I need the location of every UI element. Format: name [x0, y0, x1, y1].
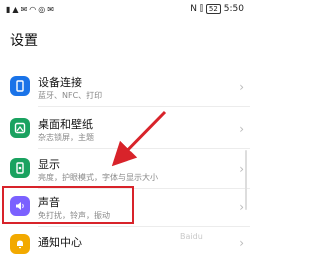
chevron-right-icon: › — [239, 200, 244, 214]
chat-icon: ◎ — [38, 5, 46, 14]
wifi-icon: ◠ — [29, 5, 37, 14]
nfc-icon: N — [190, 4, 197, 14]
divider — [38, 106, 250, 107]
chevron-right-icon: › — [239, 162, 244, 176]
mail-icon: ✉ — [47, 5, 54, 14]
wallpaper-icon — [10, 118, 30, 138]
status-bar: ▮ ▲ ✉ ◠ ◎ ✉ N ⫿ 52 5:50 — [0, 0, 250, 20]
vibrate-icon: ⫿ — [199, 4, 203, 14]
chevron-right-icon: › — [239, 80, 244, 94]
annotation-highlight-box — [2, 186, 134, 224]
settings-item-title: 显示 — [38, 158, 60, 171]
display-icon — [10, 158, 30, 178]
device-connection-icon — [10, 76, 30, 96]
status-icons-left: ▮ ▲ ✉ ◠ ◎ ✉ — [6, 5, 54, 15]
settings-item-device-connection[interactable]: 设备连接 蓝牙、NFC、打印 › — [0, 68, 250, 108]
settings-item-subtitle: 蓝牙、NFC、打印 — [38, 91, 103, 100]
divider — [38, 148, 250, 149]
settings-item-subtitle: 亮度，护眼模式，字体与显示大小 — [38, 173, 158, 182]
signal-icon: ▲ — [12, 5, 19, 14]
message-icon: ✉ — [20, 5, 28, 14]
divider — [38, 226, 250, 227]
page-title: 设置 — [10, 33, 38, 49]
sim-icon: ▮ — [6, 5, 11, 14]
scrollbar[interactable] — [245, 150, 247, 210]
settings-item-display[interactable]: 显示 亮度，护眼模式，字体与显示大小 › — [0, 150, 250, 190]
notification-icon — [10, 234, 30, 254]
status-icons-right: N ⫿ 52 5:50 — [190, 4, 244, 14]
watermark: Baidu — [180, 232, 203, 241]
settings-item-notification-center[interactable]: 通知中心 › — [0, 228, 250, 268]
settings-item-title: 通知中心 — [38, 236, 82, 249]
settings-item-wallpaper[interactable]: 桌面和壁纸 杂志锁屏，主题 › — [0, 110, 250, 150]
chevron-right-icon: › — [239, 236, 244, 250]
settings-item-title: 设备连接 — [38, 76, 82, 89]
battery-level: 52 — [205, 4, 221, 14]
clock: 5:50 — [223, 4, 244, 14]
chevron-right-icon: › — [239, 122, 244, 136]
settings-item-title: 桌面和壁纸 — [38, 118, 93, 131]
settings-item-subtitle: 杂志锁屏，主题 — [38, 133, 94, 142]
